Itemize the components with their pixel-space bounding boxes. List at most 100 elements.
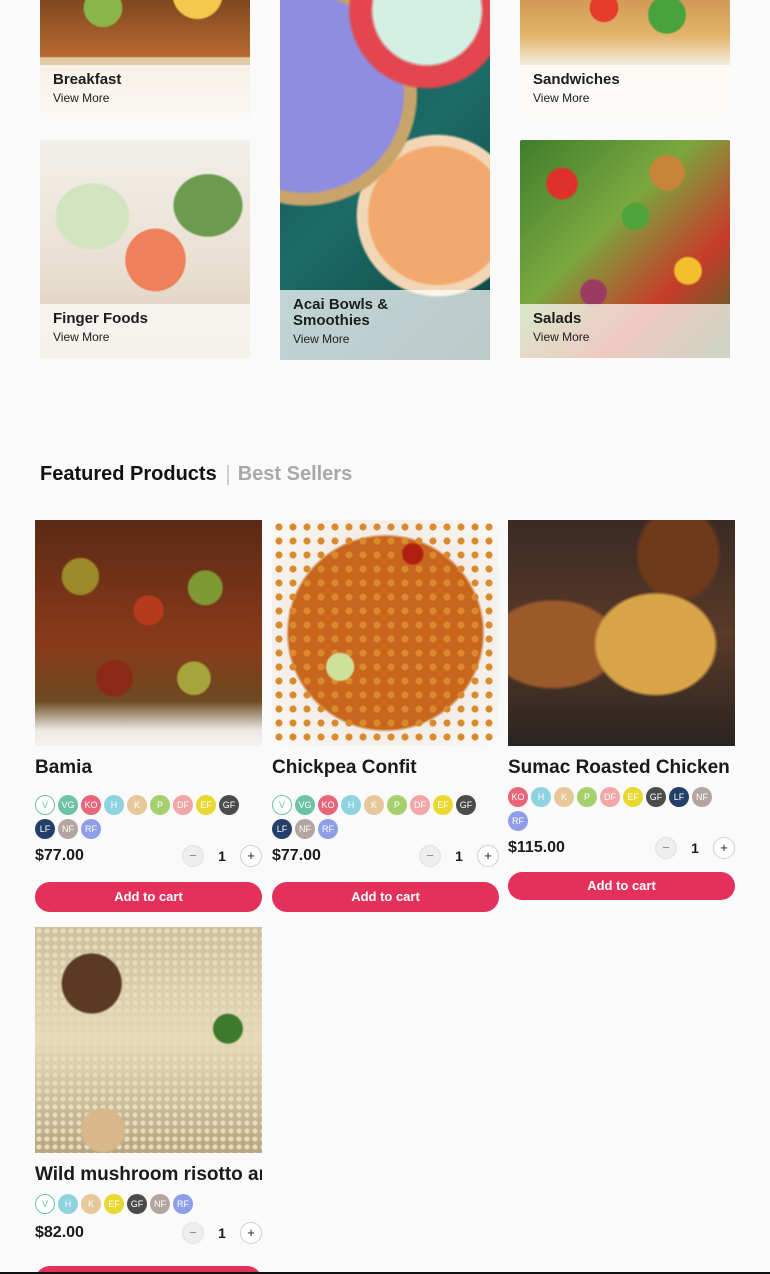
quantity-decrease-button[interactable]: −: [182, 845, 204, 867]
dietary-badge-ko: KO: [318, 795, 338, 815]
quantity-value[interactable]: 1: [204, 1225, 240, 1241]
dietary-badge-ef: EF: [104, 1194, 124, 1214]
dietary-badge-ko: KO: [508, 787, 528, 807]
product-price: $82.00: [35, 1224, 84, 1241]
quantity-value[interactable]: 1: [677, 840, 713, 856]
dietary-badge-rf: RF: [318, 819, 338, 839]
quantity-stepper: − 1 +: [182, 1222, 262, 1244]
quantity-value[interactable]: 1: [204, 848, 240, 864]
dietary-badge-nf: NF: [295, 819, 315, 839]
dietary-badge-vg: VG: [58, 795, 78, 815]
category-card-breakfast[interactable]: Breakfast View More: [40, 0, 250, 119]
dietary-badge-df: DF: [600, 787, 620, 807]
category-card-sandwiches[interactable]: Sandwiches View More: [520, 0, 730, 119]
dietary-badge-k: K: [554, 787, 574, 807]
product-card: Wild mushroom risotto and truffle oil VH…: [35, 927, 262, 1244]
quantity-stepper: − 1 +: [182, 845, 262, 867]
dietary-badge-ef: EF: [196, 795, 216, 815]
dietary-badge-gf: GF: [456, 795, 476, 815]
category-overlay: Salads View More: [520, 304, 730, 358]
dietary-badge-lf: LF: [669, 787, 689, 807]
dietary-badges: V H K EF GF NF RF: [35, 1194, 257, 1214]
category-title: Salads: [533, 310, 582, 327]
product-card: Chickpea Confit V VG KO H K P DF EF GF LF NF RF $77…: [272, 520, 499, 912]
quantity-increase-button[interactable]: +: [713, 837, 735, 859]
dietary-badge-k: K: [364, 795, 384, 815]
dietary-badge-v: V: [35, 795, 55, 815]
dietary-badge-gf: GF: [646, 787, 666, 807]
quantity-increase-button[interactable]: +: [240, 845, 262, 867]
category-overlay: Breakfast View More: [40, 65, 250, 119]
category-title: Finger Foods: [53, 310, 148, 327]
price-row: $77.00 − 1 +: [35, 845, 262, 867]
quantity-decrease-button[interactable]: −: [655, 837, 677, 859]
dietary-badge-rf: RF: [81, 819, 101, 839]
quantity-value[interactable]: 1: [441, 848, 477, 864]
category-overlay: Sandwiches View More: [520, 65, 730, 119]
category-title: Breakfast: [53, 71, 122, 88]
product-tabs: Featured Products Best Sellers: [40, 463, 352, 486]
quantity-increase-button[interactable]: +: [240, 1222, 262, 1244]
dietary-badge-df: DF: [173, 795, 193, 815]
dietary-badge-p: P: [150, 795, 170, 815]
category-title: Sandwiches: [533, 71, 620, 88]
product-name[interactable]: Wild mushroom risotto and truffle oil: [35, 1163, 262, 1189]
product-price: $77.00: [35, 847, 84, 864]
add-to-cart-button[interactable]: Add to cart: [272, 882, 499, 912]
price-row: $77.00 − 1 +: [272, 845, 499, 867]
add-to-cart-button[interactable]: Add to cart: [508, 872, 735, 900]
dietary-badge-h: H: [341, 795, 361, 815]
dietary-badge-nf: NF: [150, 1194, 170, 1214]
dietary-badge-k: K: [127, 795, 147, 815]
dietary-badge-df: DF: [410, 795, 430, 815]
quantity-increase-button[interactable]: +: [477, 845, 499, 867]
view-more-link[interactable]: View More: [53, 329, 237, 345]
product-image[interactable]: [508, 520, 735, 746]
dietary-badge-rf: RF: [173, 1194, 193, 1214]
dietary-badge-lf: LF: [35, 819, 55, 839]
product-name[interactable]: Sumac Roasted Chicken: [508, 756, 735, 782]
dietary-badges: KO H K P DF EF GF LF NF RF: [508, 787, 730, 831]
price-row: $115.00 − 1 +: [508, 837, 735, 859]
dietary-badge-h: H: [531, 787, 551, 807]
dietary-badge-lf: LF: [272, 819, 292, 839]
tab-divider: [226, 464, 229, 485]
quantity-decrease-button[interactable]: −: [419, 845, 441, 867]
quantity-decrease-button[interactable]: −: [182, 1222, 204, 1244]
product-image[interactable]: [272, 520, 499, 746]
product-card: Bamia V VG KO H K P DF EF GF LF NF RF $77.00 − 1 + …: [35, 520, 262, 912]
category-card-salads[interactable]: Salads View More: [520, 140, 730, 358]
dietary-badge-nf: NF: [58, 819, 78, 839]
dietary-badge-k: K: [81, 1194, 101, 1214]
category-overlay: Acai Bowls & Smoothies View More: [280, 290, 490, 360]
product-price: $115.00: [508, 839, 565, 856]
view-more-link[interactable]: View More: [293, 331, 477, 347]
product-name[interactable]: Bamia: [35, 756, 262, 780]
page: Breakfast View More Acai Bowls & Smoothi…: [0, 0, 770, 1274]
dietary-badge-ef: EF: [433, 795, 453, 815]
product-image[interactable]: [35, 927, 262, 1153]
quantity-stepper: − 1 +: [419, 845, 499, 867]
tab-best-sellers[interactable]: Best Sellers: [238, 463, 353, 486]
dietary-badges: V VG KO H K P DF EF GF LF NF RF: [35, 795, 257, 839]
category-card-acai-bowls[interactable]: Acai Bowls & Smoothies View More: [280, 0, 490, 360]
dietary-badge-p: P: [577, 787, 597, 807]
tab-featured-products[interactable]: Featured Products: [40, 463, 217, 486]
dietary-badges: V VG KO H K P DF EF GF LF NF RF: [272, 795, 494, 839]
dietary-badge-ef: EF: [623, 787, 643, 807]
dietary-badge-ko: KO: [81, 795, 101, 815]
price-row: $82.00 − 1 +: [35, 1222, 262, 1244]
category-card-finger-foods[interactable]: Finger Foods View More: [40, 140, 250, 358]
dietary-badge-p: P: [387, 795, 407, 815]
view-more-link[interactable]: View More: [533, 329, 717, 345]
product-name[interactable]: Chickpea Confit: [272, 756, 499, 780]
category-overlay: Finger Foods View More: [40, 304, 250, 358]
dietary-badge-rf: RF: [508, 811, 528, 831]
product-image[interactable]: [35, 520, 262, 746]
dietary-badge-v: V: [35, 1194, 55, 1214]
view-more-link[interactable]: View More: [533, 90, 717, 106]
view-more-link[interactable]: View More: [53, 90, 237, 106]
add-to-cart-button[interactable]: Add to cart: [35, 882, 262, 912]
dietary-badge-gf: GF: [127, 1194, 147, 1214]
dietary-badge-gf: GF: [219, 795, 239, 815]
